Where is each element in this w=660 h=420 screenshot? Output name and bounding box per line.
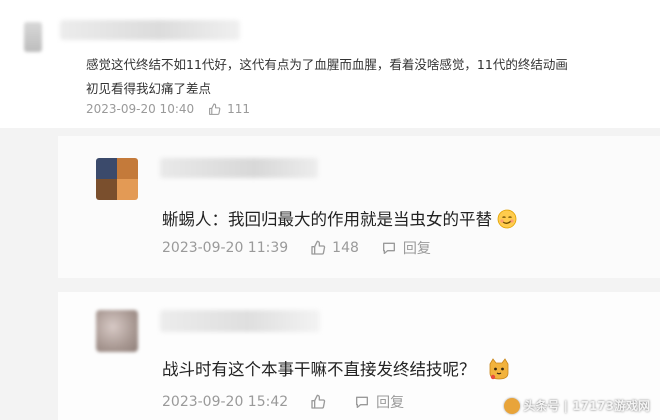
cat-emoji-icon (487, 357, 511, 384)
comment-meta: 2023-09-20 15:42 回复 (162, 392, 404, 412)
comment-card-1: 感觉这代终结不如11代好，这代有点为了血腥而血腥，看着没啥感觉，11代的终结动画… (0, 0, 660, 128)
comment-card-2: 蜥蜴人：我回归最大的作用就是当虫女的平替 2023-09-20 11:39 14… (58, 136, 660, 278)
timestamp: 2023-09-20 11:39 (162, 240, 289, 256)
like-button[interactable] (310, 394, 354, 410)
thumbs-up-icon (209, 103, 221, 115)
username-blurred (60, 20, 240, 40)
avatar[interactable] (96, 158, 138, 200)
thumbs-up-icon (311, 394, 326, 409)
like-button[interactable]: 111 (208, 102, 268, 116)
comment-text-content: 战斗时有这个本事干嘛不直接发终结技呢？ (162, 360, 476, 379)
comment-meta: 2023-09-20 10:40 111 (86, 102, 268, 116)
comment-text-line-2: 初见看得我幻痛了差点 (86, 81, 212, 96)
watermark-logo-icon (503, 397, 520, 414)
comment-text: 蜥蜴人：我回归最大的作用就是当虫女的平替 (162, 206, 517, 233)
like-count: 148 (332, 240, 359, 256)
username-blurred (160, 310, 320, 332)
reply-label: 回复 (402, 241, 431, 257)
reply-icon (356, 396, 369, 408)
timestamp: 2023-09-20 15:42 (162, 394, 289, 410)
timestamp: 2023-09-20 10:40 (86, 102, 195, 116)
comment-meta: 2023-09-20 11:39 148 回复 (162, 238, 431, 258)
reply-button[interactable]: 回复 (354, 392, 404, 412)
reply-label: 回复 (376, 395, 405, 411)
avatar[interactable] (96, 310, 138, 352)
comment-text: 战斗时有这个本事干嘛不直接发终结技呢？ (162, 356, 511, 384)
username-blurred (160, 158, 318, 178)
reply-button[interactable]: 回复 (381, 238, 431, 258)
watermark: 头条号 | 17173游戏网 (503, 397, 651, 414)
thumbs-up-icon (311, 240, 326, 255)
reply-icon (382, 242, 395, 254)
avatar[interactable] (24, 22, 42, 52)
like-button[interactable]: 148 (310, 240, 381, 256)
comment-text-line-1: 感觉这代终结不如11代好，这代有点为了血腥而血腥，看着没啥感觉，11代的终结动画 (86, 57, 568, 72)
like-count: 111 (227, 102, 251, 116)
comment-text-content: 蜥蜴人：我回归最大的作用就是当虫女的平替 (162, 210, 492, 229)
smirk-emoji-icon (497, 209, 517, 233)
watermark-text: 头条号 | 17173游戏网 (523, 399, 651, 413)
